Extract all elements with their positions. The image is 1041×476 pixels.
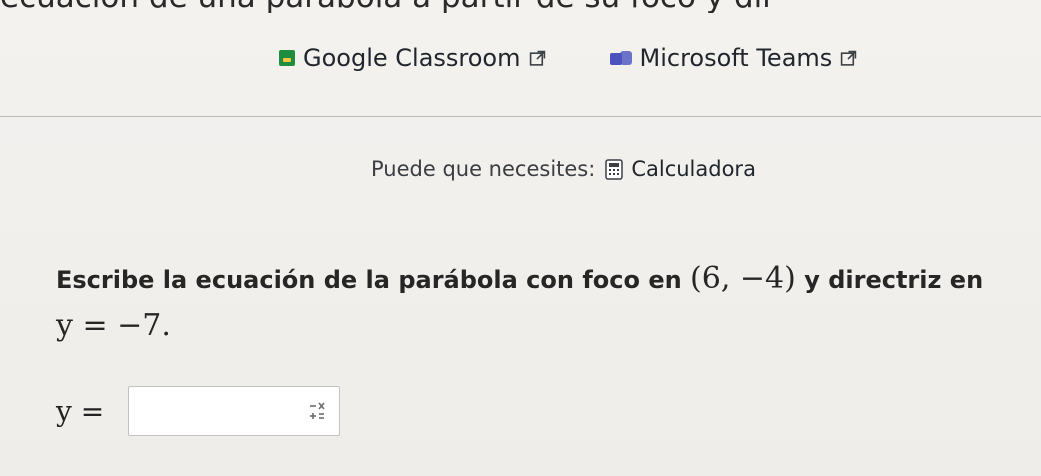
question-period: . — [161, 307, 171, 343]
section-divider — [0, 116, 1041, 117]
answer-input[interactable] — [128, 386, 341, 436]
calculator-link[interactable]: Calculadora — [605, 157, 756, 181]
math-keypad-icon[interactable] — [305, 400, 329, 424]
exercise-page: ecuación de una parábola a partir de su … — [0, 0, 1041, 476]
focus-point: (6, −4) — [690, 261, 796, 296]
external-links-row: Google Classroom Microsoft Teams — [279, 44, 857, 72]
question-text: Escribe la ecuación de la parábola con f… — [56, 256, 1016, 349]
google-classroom-link[interactable]: Google Classroom — [279, 44, 546, 72]
calculator-icon — [605, 158, 624, 180]
question-part-2: y directriz en — [804, 266, 984, 294]
google-classroom-icon — [279, 50, 295, 66]
answer-row: y = — [56, 386, 341, 436]
external-link-icon — [529, 50, 545, 66]
directrix-equation: y = −7 — [56, 307, 162, 343]
answer-label: y = — [56, 394, 105, 428]
google-classroom-label: Google Classroom — [303, 44, 521, 72]
calculator-label: Calculadora — [631, 157, 756, 181]
tools-row: Puede que necesites: Calculadora — [371, 157, 756, 181]
microsoft-teams-icon — [609, 49, 632, 67]
microsoft-teams-label: Microsoft Teams — [639, 44, 833, 72]
question-part-1: Escribe la ecuación de la parábola con f… — [56, 266, 691, 294]
external-link-icon — [841, 50, 857, 66]
tools-prefix: Puede que necesites: — [371, 157, 596, 181]
exercise-title-cut: ecuación de una parábola a partir de su … — [0, 0, 1041, 13]
microsoft-teams-link[interactable]: Microsoft Teams — [609, 44, 858, 72]
